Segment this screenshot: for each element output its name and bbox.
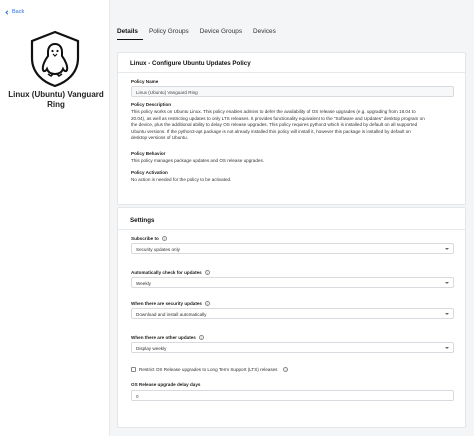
policy-behavior-label: Policy Behavior <box>131 151 166 156</box>
security-updates-label: When there are security updates i <box>131 301 210 307</box>
policy-description-line: the device, plus the additional ability … <box>131 122 418 128</box>
auto-check-label: Automatically check for updates i <box>131 270 210 276</box>
security-updates-select-value: Download and install automatically <box>136 311 207 317</box>
auto-check-select[interactable]: Weekly <box>131 277 454 288</box>
linux-tux-shield-icon <box>30 30 80 88</box>
restrict-lts-row: Restrict OS Release upgrades to Long Ter… <box>131 367 289 372</box>
other-updates-label-text: When there are other updates <box>131 335 196 340</box>
tab-devices[interactable]: Devices <box>253 27 281 40</box>
other-updates-label: When there are other updates i <box>131 335 204 341</box>
ring-title-line1: Linux (Ubuntu) Vanguard <box>8 90 104 99</box>
info-icon[interactable]: i <box>198 335 204 341</box>
policy-description-line: Ubuntu versions. If the python3-apt pack… <box>131 128 411 134</box>
tab-policy-groups[interactable]: Policy Groups <box>149 27 194 40</box>
divider <box>118 72 465 73</box>
subscribe-select-value: Security updates only <box>136 246 180 252</box>
tab-bar: Details Policy Groups Device Groups Devi… <box>117 27 287 40</box>
policy-description-line: 20.04), as well as restricting updates t… <box>131 115 425 121</box>
policy-details-card: Linux - Configure Ubuntu Updates Policy … <box>117 52 466 205</box>
chevron-left-icon <box>5 9 10 15</box>
policy-description-label: Policy Description <box>131 102 172 107</box>
settings-heading: Settings <box>130 217 155 224</box>
security-updates-select[interactable]: Download and install automatically <box>131 308 454 319</box>
chevron-down-icon <box>445 248 449 250</box>
policy-name-field[interactable]: Linux (Ubuntu) Vanguard Ring <box>131 86 454 97</box>
chevron-down-icon <box>445 347 449 349</box>
security-updates-label-text: When there are security updates <box>131 301 202 306</box>
divider <box>118 229 465 230</box>
policy-description-line: desktop versions of Ubuntu. <box>131 135 188 141</box>
subscribe-select[interactable]: Security updates only <box>131 243 454 254</box>
other-updates-select[interactable]: Display weekly <box>131 342 454 353</box>
policy-name-label: Policy Name <box>131 79 159 84</box>
settings-card: Settings Subscribe to i Security updates … <box>117 207 466 428</box>
tab-details[interactable]: Details <box>117 27 143 40</box>
policy-activation-text: No action is needed for the policy to be… <box>131 177 232 182</box>
info-icon[interactable]: i <box>161 236 167 242</box>
left-panel: Back Linux (Ubuntu) Vanguard Ring <box>0 0 110 436</box>
ring-title: Linux (Ubuntu) Vanguard Ring <box>4 90 108 110</box>
chevron-down-icon <box>445 282 449 284</box>
policy-behavior-text: This policy manages package updates and … <box>131 158 265 163</box>
back-label: Back <box>12 9 25 15</box>
info-icon[interactable]: i <box>283 367 289 372</box>
auto-check-select-value: Weekly <box>136 280 151 286</box>
subscribe-label-text: Subscribe to <box>131 236 159 241</box>
chevron-down-icon <box>445 313 449 315</box>
delay-days-field[interactable]: 0 <box>131 390 454 401</box>
policy-activation-label: Policy Activation <box>131 170 168 175</box>
tab-device-groups[interactable]: Device Groups <box>200 27 247 40</box>
policy-heading: Linux - Configure Ubuntu Updates Policy <box>130 60 251 67</box>
restrict-lts-label: Restrict OS Release upgrades to Long Ter… <box>139 367 278 372</box>
restrict-lts-checkbox[interactable] <box>131 367 136 372</box>
subscribe-label: Subscribe to i <box>131 236 167 242</box>
back-link[interactable]: Back <box>5 9 25 15</box>
policy-description-text: This policy works on Ubuntu Linux. This … <box>131 109 456 142</box>
info-icon[interactable]: i <box>204 301 210 307</box>
other-updates-select-value: Display weekly <box>136 345 167 351</box>
ring-title-line2: Ring <box>47 100 65 109</box>
delay-days-label: OS Release upgrade delay days <box>131 382 201 387</box>
auto-check-label-text: Automatically check for updates <box>131 270 202 275</box>
policy-description-line: This policy works on Ubuntu Linux. This … <box>131 109 416 114</box>
info-icon[interactable]: i <box>204 270 210 276</box>
